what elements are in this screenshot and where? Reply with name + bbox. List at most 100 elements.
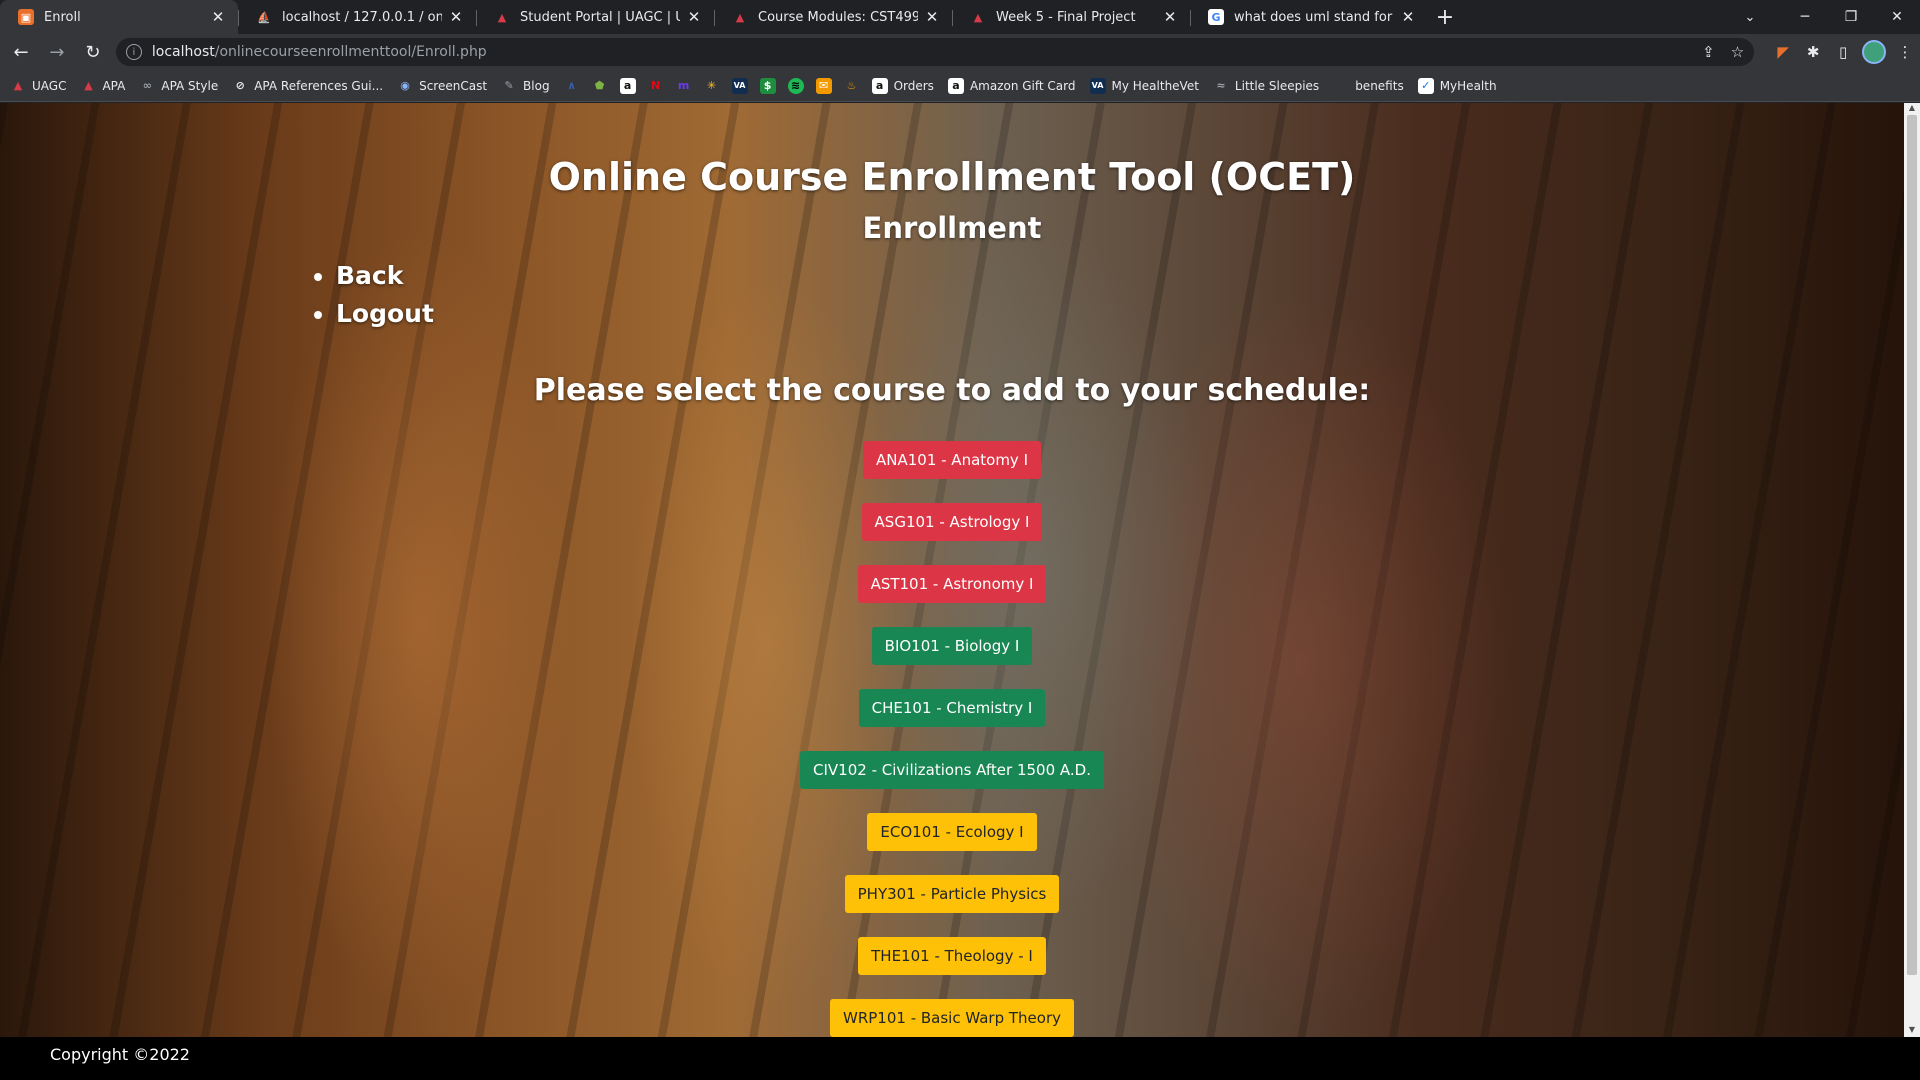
nav-item-back: Back — [336, 257, 434, 295]
extensions-puzzle-icon[interactable]: ✱ — [1798, 37, 1828, 67]
bookmark-11[interactable]: ✳ — [704, 78, 720, 94]
menu-kebab-icon[interactable]: ⋮ — [1890, 37, 1920, 67]
scroll-up-arrow-icon[interactable]: ▲ — [1904, 103, 1920, 115]
link-icon: ⊘ — [235, 79, 245, 92]
tab-phpmyadmin[interactable]: ⛵ localhost / 127.0.0.1 / onlinecour ✕ — [238, 0, 476, 34]
tab-week5[interactable]: ▲ Week 5 - Final Project ✕ — [952, 0, 1190, 34]
course-button-civ102[interactable]: CIV102 - Civilizations After 1500 A.D. — [800, 751, 1104, 789]
tab-student-portal[interactable]: ▲ Student Portal | UAGC | University ✕ — [476, 0, 714, 34]
bookmark-16[interactable]: ♨ — [844, 78, 860, 94]
course-select-prompt: Please select the course to add to your … — [533, 373, 1371, 408]
extension-bookmark-icon[interactable]: ◤ — [1768, 37, 1798, 67]
bookmark-13[interactable]: $ — [759, 77, 776, 94]
tab-google-search[interactable]: G what does uml stand for in mode ✕ — [1190, 0, 1428, 34]
dollar-icon: $ — [759, 77, 776, 94]
profile-avatar[interactable] — [1862, 40, 1887, 64]
course-list: ANA101 - Anatomy I ASG101 - Astrology I … — [0, 441, 1904, 1061]
back-arrow-icon[interactable]: ← — [6, 37, 36, 67]
close-icon[interactable]: ✕ — [1400, 8, 1416, 26]
tab-title: Week 5 - Final Project — [996, 9, 1136, 25]
apa-style-icon: ∞ — [142, 79, 152, 92]
bookmark-14[interactable]: ≋ — [787, 77, 804, 94]
course-button-bio101[interactable]: BIO101 - Biology I — [871, 627, 1033, 665]
bookmark-little-sleepies[interactable]: ≈ Little Sleepies — [1213, 78, 1319, 94]
course-button-phy301[interactable]: PHY301 - Particle Physics — [844, 875, 1060, 913]
bookmark-screencast[interactable]: ◉ ScreenCast — [397, 78, 487, 94]
address-path: /onlinecourseenrollmenttool/Enroll.php — [214, 44, 487, 60]
bookmark-6[interactable]: ∧ — [564, 78, 580, 94]
phpmyadmin-icon: ⛵ — [257, 10, 271, 24]
page-scrollbar[interactable]: ▲ ▼ — [1904, 103, 1920, 1037]
side-nav: Back Logout — [318, 257, 434, 333]
close-icon[interactable]: ✕ — [924, 8, 940, 26]
scrollbar-thumb[interactable] — [1907, 115, 1917, 975]
scroll-down-arrow-icon[interactable]: ▼ — [1904, 1025, 1920, 1037]
myhealth-icon: ✓ — [1417, 77, 1434, 94]
va-icon: VA — [731, 77, 748, 94]
bookmark-orders[interactable]: a Orders — [871, 77, 934, 94]
share-icon[interactable]: ⇪ — [1702, 43, 1715, 61]
course-button-the101[interactable]: THE101 - Theology - I — [858, 937, 1046, 975]
bookmark-apa-style[interactable]: ∞ APA Style — [139, 78, 218, 94]
bookmark-apa[interactable]: ▲ APA — [80, 78, 125, 94]
address-bar[interactable]: i localhost /onlinecourseenrollmenttool/… — [115, 38, 1755, 66]
bookmark-12[interactable]: VA — [731, 77, 748, 94]
close-icon[interactable]: ✕ — [686, 8, 702, 26]
bookmarks-bar: ▲ UAGC ▲ APA ∞ APA Style ⊘ APA References Gu… — [0, 70, 1920, 102]
star-icon[interactable]: ☆ — [1731, 43, 1744, 61]
tab-title: Student Portal | UAGC | University — [520, 9, 680, 25]
bookmark-uagc[interactable]: ▲ UAGC — [10, 78, 67, 94]
side-panel-icon[interactable]: ▯ — [1828, 37, 1858, 67]
va-icon: VA — [1089, 77, 1106, 94]
close-icon[interactable]: ✕ — [1162, 8, 1178, 26]
bookmark-15[interactable]: ✉ — [815, 77, 832, 94]
bookmark-myhealth[interactable]: ✓ MyHealth — [1417, 77, 1497, 94]
course-button-eco101[interactable]: ECO101 - Ecology I — [867, 813, 1037, 851]
restore-icon[interactable]: ❐ — [1828, 0, 1874, 34]
bookmark-10[interactable]: m — [676, 78, 692, 94]
mail-icon: ✉ — [815, 77, 832, 94]
minimize-icon[interactable]: ─ — [1782, 0, 1828, 34]
logout-link[interactable]: Logout — [336, 299, 434, 328]
tab-search-icon[interactable]: ⌄ — [1730, 0, 1770, 34]
back-link[interactable]: Back — [336, 261, 403, 290]
walmart-icon: ✳ — [706, 79, 717, 92]
tab-strip: ▣ Enroll ✕ ⛵ localhost / 127.0.0.1 / onl… — [0, 0, 1920, 34]
bookmark-7[interactable]: ⬟ — [592, 78, 608, 94]
course-button-wrp101[interactable]: WRP101 - Basic Warp Theory — [830, 999, 1074, 1037]
uagc-icon: ▲ — [497, 10, 507, 24]
bookmark-benefits[interactable]: benefits — [1333, 78, 1404, 94]
tab-enroll[interactable]: ▣ Enroll ✕ — [0, 0, 238, 34]
bookmark-blog[interactable]: ✎ Blog — [501, 78, 549, 94]
course-button-ana101[interactable]: ANA101 - Anatomy I — [862, 441, 1042, 479]
course-button-asg101[interactable]: ASG101 - Astrology I — [861, 503, 1043, 541]
bookmark-9[interactable]: N — [648, 78, 664, 94]
reload-icon[interactable]: ↻ — [78, 37, 108, 67]
close-window-icon[interactable]: ✕ — [1874, 0, 1920, 34]
new-tab-button[interactable]: + — [1428, 0, 1462, 34]
tab-title: localhost / 127.0.0.1 / onlinecour — [282, 9, 442, 25]
bookmark-apa-references[interactable]: ⊘ APA References Gui... — [232, 78, 384, 94]
bookmark-amazon-gift-card[interactable]: a Amazon Gift Card — [947, 77, 1076, 94]
course-button-che101[interactable]: CHE101 - Chemistry I — [858, 689, 1046, 727]
google-icon: G — [1208, 9, 1224, 25]
close-icon[interactable]: ✕ — [210, 8, 226, 26]
tab-title: Enroll — [44, 9, 81, 25]
forward-arrow-icon[interactable]: → — [42, 37, 72, 67]
uagc-icon: ▲ — [84, 79, 93, 92]
ocet-icon: ▣ — [18, 9, 34, 25]
close-icon[interactable]: ✕ — [448, 8, 464, 26]
tab-title: what does uml stand for in mode — [1234, 9, 1394, 25]
page-footer: Copyright ©2022 — [0, 1037, 1920, 1080]
tab-course-modules[interactable]: ▲ Course Modules: CST499: Capsto ✕ — [714, 0, 952, 34]
site-info-icon[interactable]: i — [125, 44, 142, 60]
amazon-icon: a — [871, 77, 888, 94]
browser-toolbar: ← → ↻ i localhost /onlinecourseenrollmen… — [0, 34, 1920, 70]
course-button-ast101[interactable]: AST101 - Astronomy I — [857, 565, 1047, 603]
page-viewport: Online Course Enrollment Tool (OCET) Enr… — [0, 103, 1920, 1080]
shield-icon: ⬟ — [594, 79, 605, 92]
bookmark-8[interactable]: a — [619, 77, 636, 94]
bookmark-my-healthevet[interactable]: VA My HealtheVet — [1089, 77, 1199, 94]
netflix-icon: N — [650, 79, 661, 92]
copyright-text: Copyright ©2022 — [50, 1045, 190, 1064]
